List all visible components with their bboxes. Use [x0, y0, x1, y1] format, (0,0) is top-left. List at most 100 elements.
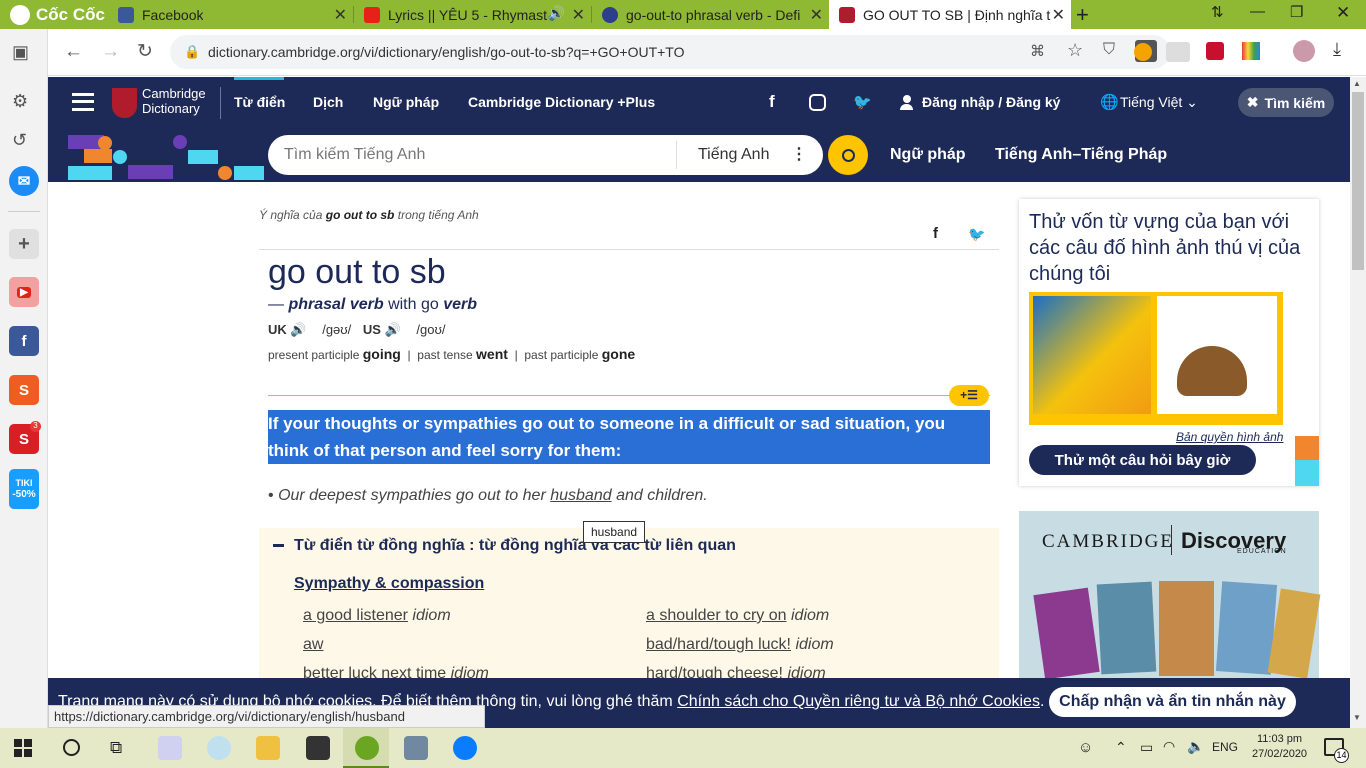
quiz-image-frame[interactable]: [1029, 292, 1283, 425]
messenger-icon[interactable]: ✉: [9, 166, 39, 196]
thesaurus-group-link[interactable]: Sympathy & compassion: [294, 575, 484, 593]
minimize-icon[interactable]: —: [1250, 3, 1265, 20]
share-twitter-icon[interactable]: 🐦: [968, 226, 985, 243]
share-facebook-icon[interactable]: f: [933, 225, 938, 242]
scroll-up-arrow-icon[interactable]: ▲: [1353, 79, 1361, 88]
facebook-app-icon[interactable]: f: [9, 326, 39, 356]
thesaurus-title[interactable]: Từ điển từ đồng nghĩa : từ đồng nghĩa và…: [294, 537, 736, 555]
hamburger-menu-icon[interactable]: [72, 93, 94, 111]
reload-icon[interactable]: ↻: [137, 40, 153, 63]
wifi-icon[interactable]: ◠: [1163, 738, 1175, 755]
add-app-icon[interactable]: +: [9, 229, 39, 259]
grammar-link[interactable]: Ngữ pháp: [890, 146, 966, 164]
nav-grammar[interactable]: Ngữ pháp: [373, 94, 439, 110]
example-link-husband[interactable]: husband: [550, 487, 611, 504]
close-tab-icon[interactable]: ✕: [572, 5, 585, 25]
tab-facebook[interactable]: Facebook ✕: [108, 0, 353, 29]
meaning-word: go out to sb: [325, 208, 395, 222]
twitter-icon[interactable]: 🐦: [853, 93, 872, 111]
battery-icon[interactable]: ▭: [1140, 739, 1153, 756]
people-icon[interactable]: ☺: [1078, 739, 1093, 756]
instagram-icon[interactable]: [809, 94, 826, 111]
extension-color-icon[interactable]: [1242, 42, 1260, 60]
tiki-app-icon[interactable]: TIKI -50%: [9, 469, 39, 509]
try-quiz-button[interactable]: Thử một câu hỏi bây giờ: [1029, 445, 1256, 475]
more-options-icon[interactable]: ⋮: [791, 144, 807, 164]
clock[interactable]: 11:03 pm 27/02/2020: [1252, 732, 1307, 762]
scroll-down-arrow-icon[interactable]: ▼: [1353, 713, 1361, 722]
speaker-icon[interactable]: 🔊: [548, 5, 565, 22]
sticky-notes-icon[interactable]: [306, 736, 330, 760]
related-term: bad/hard/tough luck!: [646, 636, 791, 653]
uk-audio-icon[interactable]: 🔊: [290, 322, 306, 337]
collapse-minus-icon[interactable]: [273, 544, 284, 547]
app-icon[interactable]: [404, 736, 428, 760]
scrollbar-thumb[interactable]: [1352, 92, 1364, 270]
translate-icon[interactable]: ⌘: [1030, 42, 1045, 60]
site-logo[interactable]: Cambridge Dictionary: [142, 86, 206, 116]
list-item[interactable]: bad/hard/tough luck! idiom: [646, 636, 834, 654]
tab-go-out-to[interactable]: go-out-to phrasal verb - Defi ✕: [592, 0, 829, 29]
list-item[interactable]: aw: [303, 636, 323, 654]
add-to-list-button[interactable]: +☰: [949, 385, 989, 406]
extension-new-icon[interactable]: [1166, 42, 1190, 62]
forward-arrow-icon[interactable]: →: [101, 41, 120, 63]
us-audio-icon[interactable]: 🔊: [385, 322, 401, 337]
nav-translate[interactable]: Dịch: [313, 94, 343, 110]
history-icon[interactable]: ↺: [12, 130, 27, 151]
url-field[interactable]: 🔒 dictionary.cambridge.org/vi/dictionary…: [170, 35, 1170, 69]
nav-dictionary[interactable]: Từ điển: [234, 94, 285, 110]
nav-plus[interactable]: Cambridge Dictionary +Plus: [468, 94, 655, 110]
coccoc-taskbar-icon[interactable]: [355, 736, 379, 760]
search-circle-icon[interactable]: [63, 739, 80, 756]
close-tab-icon[interactable]: ✕: [810, 5, 823, 25]
advertisement[interactable]: CAMBRIDGE Discovery EDUCATION: [1019, 511, 1321, 681]
search-input[interactable]: Tìm kiếm Tiếng Anh Tiếng Anh ⋮: [268, 135, 823, 175]
header-search-button[interactable]: ✖ Tìm kiếm: [1238, 88, 1334, 117]
app-icon[interactable]: [158, 736, 182, 760]
us-ipa: /ɡoʊ/: [416, 322, 446, 337]
shopee-app-icon[interactable]: S: [9, 375, 39, 405]
accept-cookies-button[interactable]: Chấp nhận và ẩn tin nhắn này: [1049, 687, 1296, 717]
user-icon[interactable]: [900, 95, 913, 110]
volume-icon[interactable]: 🔈: [1187, 738, 1204, 755]
new-tab-button[interactable]: +: [1076, 2, 1089, 28]
bookmark-star-icon[interactable]: ☆: [1067, 40, 1083, 61]
tab-list-icon[interactable]: ⇅: [1211, 3, 1224, 21]
file-explorer-icon[interactable]: [256, 736, 280, 760]
tab-coccoc-home[interactable]: Cốc Cốc: [0, 0, 108, 29]
search-submit-button[interactable]: [828, 135, 868, 175]
language-selector[interactable]: Tiếng Việt ⌄: [1120, 94, 1198, 111]
zalo-icon[interactable]: [453, 736, 477, 760]
back-arrow-icon[interactable]: ←: [64, 41, 83, 63]
tab-lyrics[interactable]: Lyrics || YÊU 5 - Rhymastic 🔊 ✕: [354, 0, 591, 29]
app-icon[interactable]: [207, 736, 231, 760]
facebook-icon[interactable]: f: [769, 92, 775, 112]
profile-avatar[interactable]: [1293, 40, 1315, 62]
close-tab-icon[interactable]: ✕: [334, 5, 347, 25]
close-tab-icon[interactable]: ✕: [1052, 5, 1065, 25]
downloads-icon[interactable]: ⤓: [1333, 39, 1341, 60]
restore-icon[interactable]: ❐: [1290, 3, 1303, 21]
english-french-link[interactable]: Tiếng Anh–Tiếng Pháp: [995, 146, 1167, 164]
shield-icon[interactable]: ⛉: [1103, 41, 1115, 59]
dictionary-selector[interactable]: Tiếng Anh: [698, 146, 769, 164]
decorative-block: [1295, 460, 1319, 486]
sidebar-panel-icon[interactable]: ▣: [12, 42, 29, 63]
settings-gear-icon[interactable]: ⚙: [12, 91, 28, 112]
input-language[interactable]: ENG: [1212, 740, 1238, 754]
windows-start-icon[interactable]: [14, 739, 32, 757]
image-credit-link[interactable]: Bản quyền hình ảnh: [1176, 430, 1283, 444]
close-window-icon[interactable]: ✕: [1336, 3, 1350, 23]
list-item[interactable]: a good listener idiom: [303, 607, 451, 625]
login-link[interactable]: Đăng nhập / Đăng ký: [922, 94, 1060, 110]
cookie-policy-link[interactable]: Chính sách cho Quyền riêng tư và Bộ nhớ …: [677, 693, 1040, 710]
youtube-app-icon[interactable]: ▶: [9, 277, 39, 307]
cambridge-shield-logo-icon[interactable]: [112, 88, 137, 118]
task-view-icon[interactable]: ⧉: [110, 738, 122, 758]
tray-up-icon[interactable]: ⌃: [1115, 739, 1127, 756]
tab-go-out-to-sb[interactable]: GO OUT TO SB | Định nghĩa t ✕: [829, 0, 1071, 29]
extension-chrome-icon[interactable]: [1134, 43, 1152, 61]
extension-red-icon[interactable]: [1206, 42, 1224, 60]
list-item[interactable]: a shoulder to cry on idiom: [646, 607, 829, 625]
